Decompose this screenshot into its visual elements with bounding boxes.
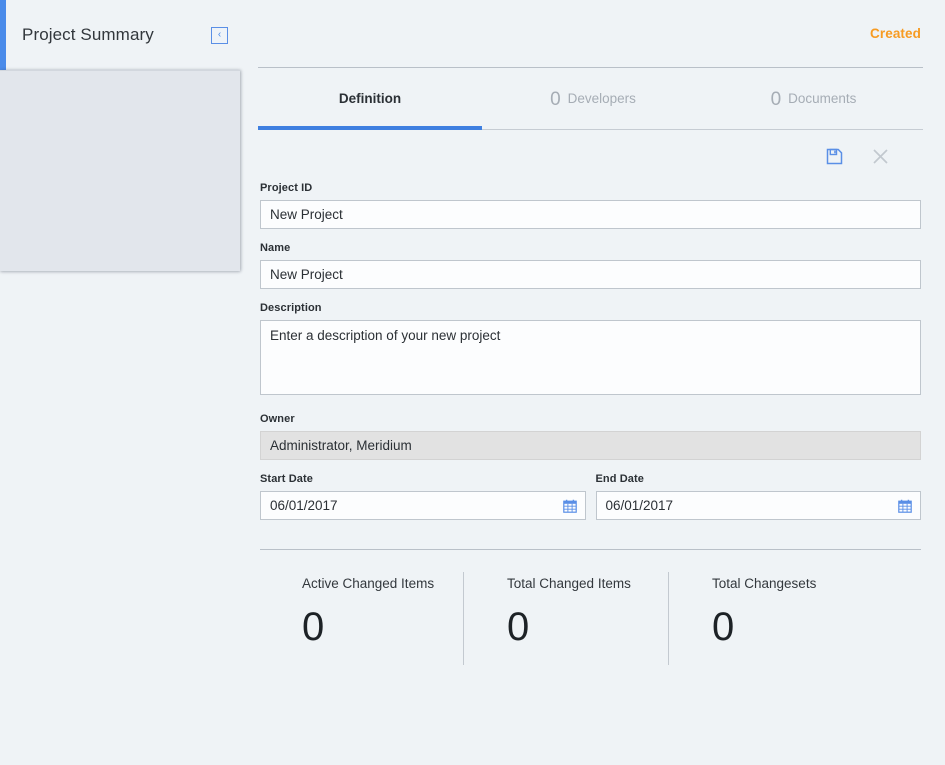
page-title: Project Summary	[22, 25, 154, 44]
main-content: Created Definition 0 Developers 0 Docume…	[258, 0, 923, 765]
stat-label: Total Changed Items	[507, 576, 631, 591]
field-project-id: Project ID	[260, 182, 921, 229]
save-icon	[826, 148, 842, 164]
sidebar-collapse-button[interactable]: ‹	[211, 26, 228, 44]
field-start-date: Start Date	[260, 473, 586, 520]
end-date-calendar-button[interactable]	[895, 496, 915, 516]
start-date-calendar-button[interactable]	[560, 496, 580, 516]
chevron-left-icon: ‹	[217, 28, 222, 40]
stat-label: Active Changed Items	[302, 576, 435, 591]
status-badge: Created	[870, 26, 921, 41]
stat-value: 0	[507, 605, 530, 649]
tab-developers[interactable]: 0 Developers	[482, 68, 704, 129]
sidebar-content-panel	[0, 70, 240, 271]
cancel-button[interactable]	[867, 143, 893, 169]
owner-input	[260, 431, 921, 460]
tab-bar: Definition 0 Developers 0 Documents	[258, 68, 923, 130]
tab-definition-label: Definition	[338, 91, 402, 106]
description-textarea[interactable]	[260, 320, 921, 395]
owner-label: Owner	[260, 413, 295, 425]
tab-developers-count: 0	[550, 88, 561, 110]
stat-total-changesets: Total Changesets 0	[668, 572, 873, 665]
tab-definition[interactable]: Definition	[258, 68, 482, 130]
field-name: Name	[260, 242, 921, 289]
close-icon	[872, 148, 888, 164]
name-input[interactable]	[260, 260, 921, 289]
start-date-input[interactable]	[260, 491, 586, 520]
status-row: Created	[258, 0, 923, 68]
end-date-input[interactable]	[595, 491, 921, 520]
tab-documents[interactable]: 0 Documents	[704, 68, 923, 129]
stat-total-changed-items: Total Changed Items 0	[463, 572, 668, 665]
project-id-input[interactable]	[260, 200, 921, 229]
calendar-icon	[562, 499, 577, 513]
field-description: Description	[260, 302, 921, 400]
stat-value: 0	[302, 605, 325, 649]
tab-documents-count: 0	[770, 88, 782, 110]
action-toolbar	[258, 130, 923, 182]
start-date-label: Start Date	[260, 473, 313, 485]
stat-value: 0	[712, 605, 735, 649]
field-owner: Owner	[260, 413, 921, 460]
field-end-date: End Date	[595, 473, 921, 520]
sidebar: Project Summary ‹	[0, 0, 242, 271]
stat-label: Total Changesets	[712, 576, 817, 591]
stat-active-changed-items: Active Changed Items 0	[258, 576, 463, 647]
tab-developers-label: Developers	[567, 91, 636, 106]
end-date-label: End Date	[595, 473, 644, 485]
project-definition-form: Project ID Name Description Owner Start …	[258, 182, 923, 520]
description-label: Description	[260, 302, 322, 314]
name-label: Name	[260, 242, 291, 254]
date-row: Start Date End Date	[260, 473, 921, 520]
save-button[interactable]	[821, 143, 847, 169]
sidebar-header: Project Summary ‹	[6, 0, 242, 70]
stats-row: Active Changed Items 0 Total Changed Ite…	[258, 550, 923, 665]
tab-documents-label: Documents	[788, 91, 857, 106]
project-id-label: Project ID	[260, 182, 313, 194]
calendar-icon	[898, 499, 912, 513]
